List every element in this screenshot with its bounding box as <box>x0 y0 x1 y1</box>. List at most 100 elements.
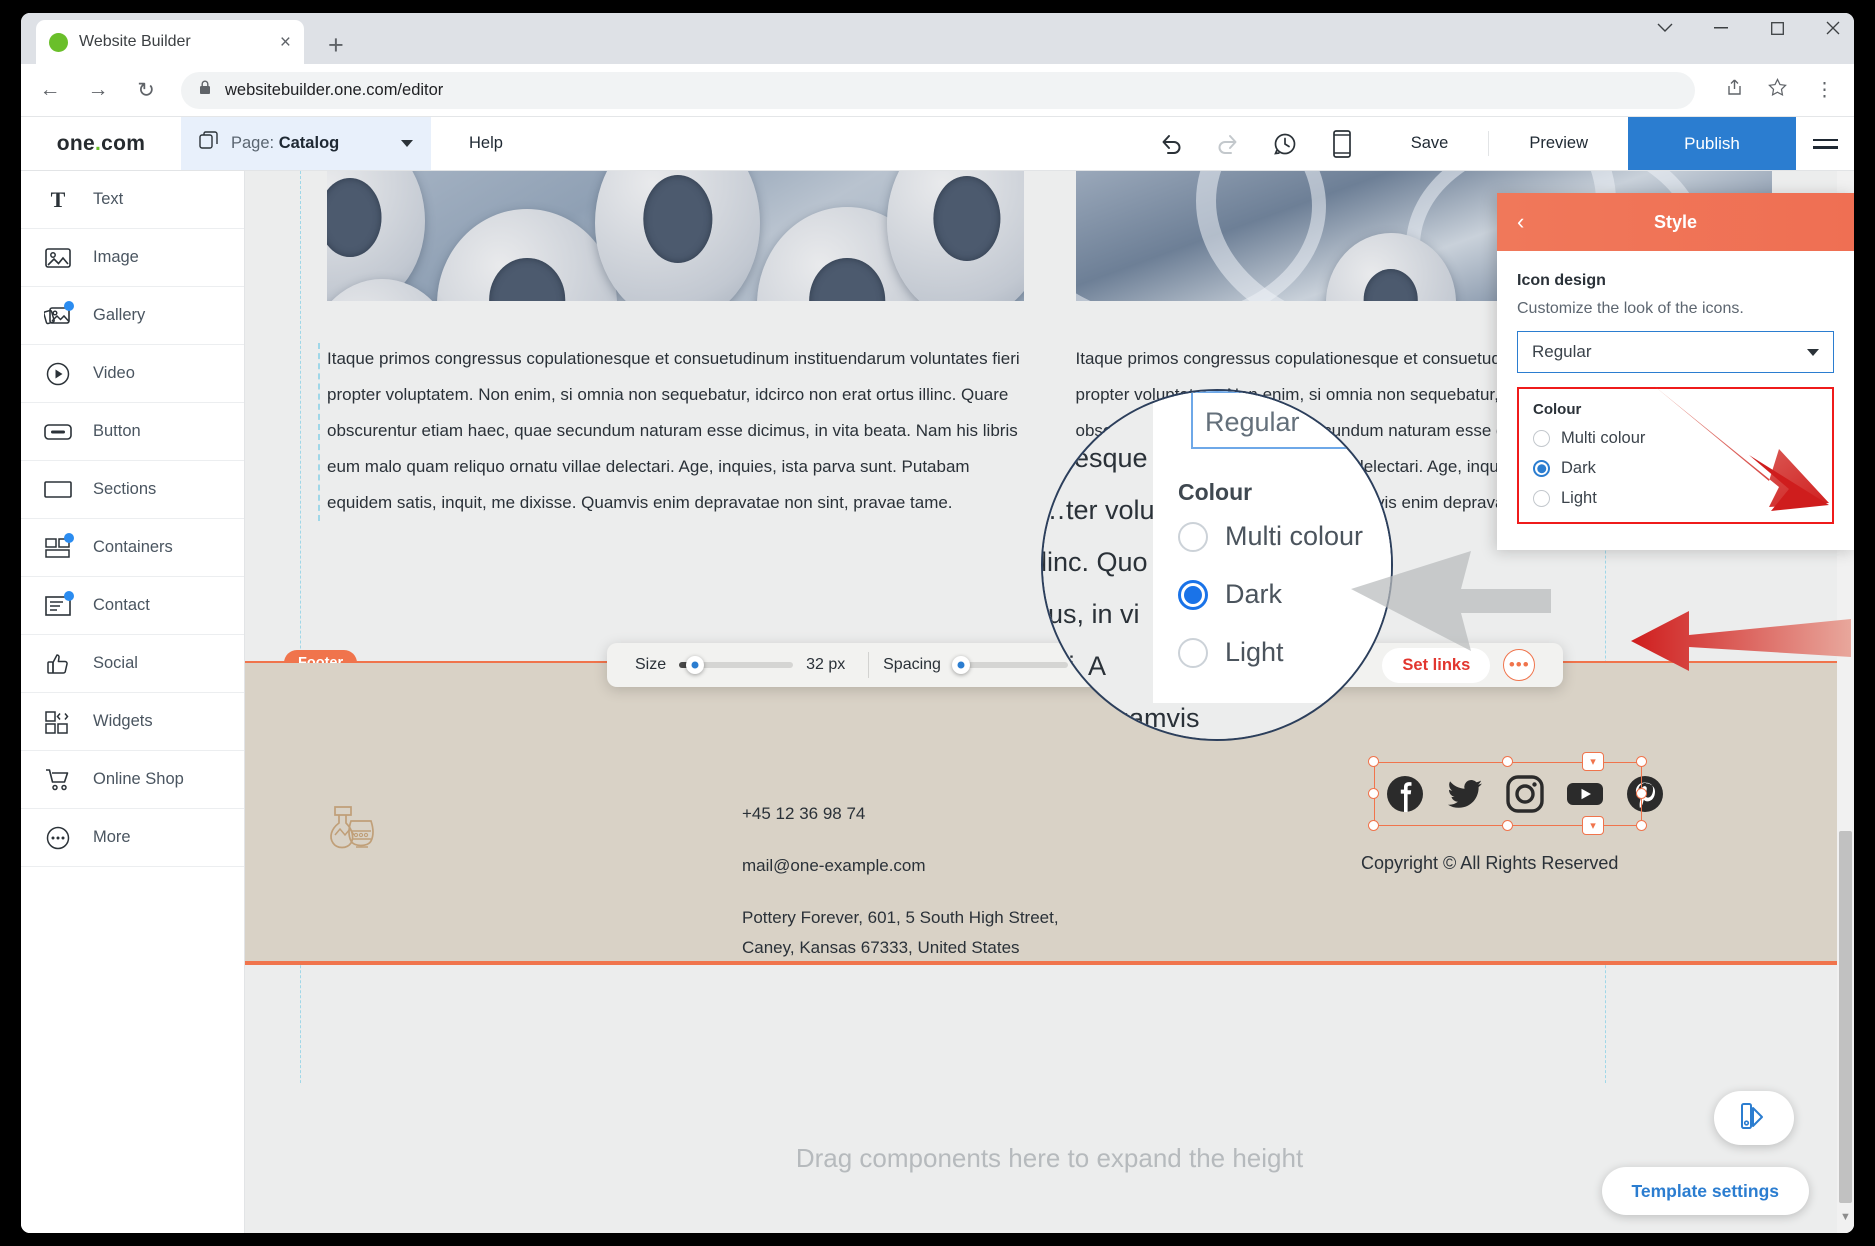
chevron-down-icon[interactable] <box>401 140 413 147</box>
size-slider-knob[interactable] <box>686 656 704 674</box>
text-column-left[interactable]: Itaque primos congressus copulationesque… <box>327 341 1024 521</box>
onecom-logo[interactable]: one.com <box>21 117 181 170</box>
colour-option-multi[interactable]: Multi colour <box>1533 429 1818 448</box>
resize-handle[interactable] <box>1502 820 1513 831</box>
template-settings-button[interactable]: Template settings <box>1602 1167 1810 1215</box>
move-down-handle[interactable]: ▾ <box>1582 816 1604 835</box>
footer-address-line1: Pottery Forever, 601, 5 South High Stree… <box>742 903 1059 933</box>
magnified-option-label: Multi colour <box>1225 521 1363 552</box>
window-controls <box>1654 21 1844 35</box>
resize-handle[interactable] <box>1502 756 1513 767</box>
social-icons-widget[interactable]: ▾ ▾ <box>1386 775 1664 813</box>
browser-tab[interactable]: Website Builder × <box>36 20 304 64</box>
sidebar-item-sections[interactable]: Sections <box>21 461 244 519</box>
sidebar-item-button[interactable]: Button <box>21 403 244 461</box>
size-value: 32 px <box>806 656 854 674</box>
icon-design-heading: Icon design <box>1517 272 1834 290</box>
sidebar-item-text[interactable]: T Text <box>21 171 244 229</box>
back-icon[interactable]: ← <box>37 78 63 102</box>
new-tab-button[interactable]: + <box>328 32 344 59</box>
resize-handle[interactable] <box>1368 756 1379 767</box>
footer-email[interactable]: mail@one-example.com <box>742 851 1059 881</box>
set-links-button[interactable]: Set links <box>1382 648 1490 683</box>
scrollbar-thumb[interactable] <box>1839 831 1852 1203</box>
forward-icon[interactable]: → <box>85 78 111 102</box>
magnified-text: tari. A <box>1041 651 1106 682</box>
close-icon[interactable]: × <box>280 33 291 52</box>
resize-handle[interactable] <box>1636 788 1647 799</box>
radio-dark[interactable] <box>1533 460 1550 477</box>
sidebar-item-containers[interactable]: Containers <box>21 519 244 577</box>
scroll-down-icon[interactable]: ▼ <box>1837 1211 1854 1223</box>
spacing-slider-knob[interactable] <box>952 656 970 674</box>
radio-dark[interactable] <box>1178 580 1208 610</box>
radio-light[interactable] <box>1178 638 1208 668</box>
colour-option-light[interactable]: Light <box>1533 489 1818 508</box>
chevron-down-icon[interactable] <box>1654 23 1676 33</box>
reload-icon[interactable]: ↻ <box>133 78 159 103</box>
help-button[interactable]: Help <box>431 117 541 170</box>
back-icon[interactable]: ‹ <box>1517 211 1524 233</box>
sidebar-item-label: Button <box>93 422 141 441</box>
sidebar-item-online-shop[interactable]: Online Shop <box>21 751 244 809</box>
move-up-handle[interactable]: ▾ <box>1582 752 1604 771</box>
preview-button[interactable]: Preview <box>1489 117 1628 170</box>
chevron-down-icon[interactable] <box>1807 349 1819 356</box>
bookmark-star-icon[interactable] <box>1768 78 1787 102</box>
radio-multi-colour[interactable] <box>1178 522 1208 552</box>
magnified-option-dark[interactable]: Dark <box>1178 579 1282 610</box>
radio-multi-colour[interactable] <box>1533 430 1550 447</box>
icon-design-select[interactable]: Regular <box>1517 331 1834 373</box>
footer-phone[interactable]: +45 12 36 98 74 <box>742 799 1059 829</box>
resize-handle[interactable] <box>1368 788 1379 799</box>
more-options-icon[interactable]: ••• <box>1503 649 1535 681</box>
magnified-select[interactable]: Regular <box>1191 391 1393 449</box>
browser-menu-icon[interactable]: ⋮ <box>1811 88 1838 93</box>
header-tools <box>1143 117 1371 170</box>
resize-handle[interactable] <box>1636 756 1647 767</box>
sidebar-item-social[interactable]: Social <box>21 635 244 693</box>
sidebar-item-label: Containers <box>93 538 173 557</box>
sidebar-item-widgets[interactable]: Widgets <box>21 693 244 751</box>
resize-handle[interactable] <box>1636 820 1647 831</box>
pottery-photo-left[interactable] <box>327 171 1024 301</box>
magnified-text: …ter volu <box>1041 495 1155 526</box>
magnifier-overlay: …esque …ter volu illinc. Quo nus, in vi … <box>1041 389 1393 741</box>
sidebar-item-contact[interactable]: Contact <box>21 577 244 635</box>
footer-copyright: Copyright © All Rights Reserved <box>1361 853 1618 874</box>
more-icon <box>43 823 73 853</box>
sidebar-item-image[interactable]: Image <box>21 229 244 287</box>
maximize-icon[interactable] <box>1766 22 1788 35</box>
save-button[interactable]: Save <box>1371 117 1489 170</box>
hamburger-menu-icon[interactable] <box>1796 117 1854 170</box>
minimize-icon[interactable] <box>1710 27 1732 29</box>
address-bar[interactable]: websitebuilder.one.com/editor <box>181 72 1695 109</box>
publish-button[interactable]: Publish <box>1628 117 1796 170</box>
sidebar-item-video[interactable]: Video <box>21 345 244 403</box>
sidebar-item-gallery[interactable]: Gallery <box>21 287 244 345</box>
window-close-icon[interactable] <box>1822 21 1844 35</box>
sidebar-item-label: Social <box>93 654 138 673</box>
page-selector[interactable]: Page: Catalog <box>181 117 431 170</box>
selection-guide <box>318 343 320 521</box>
paragraph-left[interactable]: Itaque primos congressus copulationesque… <box>327 341 1024 521</box>
design-palette-button[interactable] <box>1714 1091 1794 1145</box>
app-body: T Text Image Gallery Video Button <box>21 171 1854 1233</box>
history-icon[interactable] <box>1257 131 1313 157</box>
radio-light[interactable] <box>1533 490 1550 507</box>
magnified-option-light[interactable]: Light <box>1178 637 1284 668</box>
mobile-preview-icon[interactable] <box>1314 130 1370 158</box>
sidebar-item-more[interactable]: More <box>21 809 244 867</box>
sidebar-item-label: More <box>93 828 131 847</box>
share-icon[interactable] <box>1725 78 1744 102</box>
size-slider[interactable] <box>679 662 793 668</box>
undo-icon[interactable] <box>1143 133 1199 155</box>
sidebar-item-label: Contact <box>93 596 150 615</box>
browser-urlbar: ← → ↻ websitebuilder.one.com/editor ⋮ <box>21 64 1854 117</box>
contact-icon <box>43 591 73 621</box>
url-text: websitebuilder.one.com/editor <box>225 81 443 100</box>
redo-icon[interactable] <box>1200 133 1256 155</box>
magnified-option-multi[interactable]: Multi colour <box>1178 521 1363 552</box>
resize-handle[interactable] <box>1368 820 1379 831</box>
colour-option-dark[interactable]: Dark <box>1533 459 1818 478</box>
